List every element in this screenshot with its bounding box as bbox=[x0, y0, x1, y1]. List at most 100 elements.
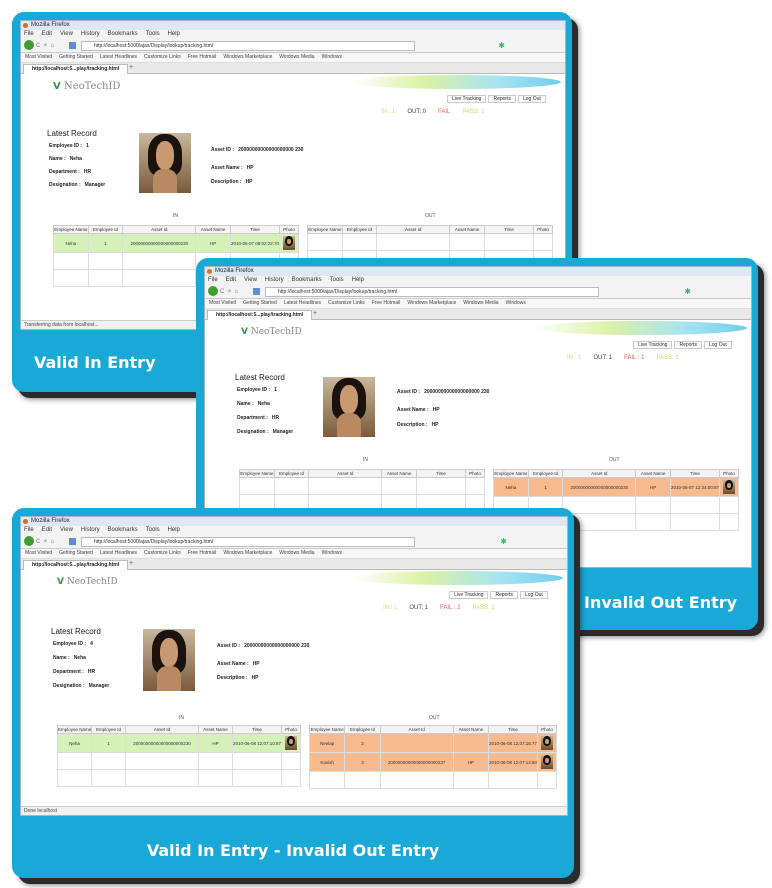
nav-log-out[interactable]: Log Out bbox=[517, 95, 546, 103]
logo-text: NeoTechID bbox=[66, 577, 118, 587]
bookmark-item[interactable]: Windows Marketplace bbox=[223, 550, 272, 556]
menu-history[interactable]: History bbox=[265, 277, 284, 283]
menu-file[interactable]: File bbox=[24, 527, 34, 533]
nav-live-tracking[interactable]: Live Tracking bbox=[449, 591, 489, 599]
bookmark-item[interactable]: Windows bbox=[322, 54, 342, 60]
table-row[interactable]: Neha 1 20000000000000000000230 HP 2010-06-07… bbox=[493, 477, 739, 497]
reload-icon[interactable]: C × ⌂ bbox=[220, 289, 238, 295]
description-field: Description : HP bbox=[211, 179, 253, 185]
pass-count: PASS: 1 bbox=[462, 109, 485, 115]
back-icon[interactable] bbox=[208, 286, 218, 296]
cell: 3 bbox=[344, 752, 381, 772]
app-page: V NeoTechID Live Tracking Reports Log Out … bbox=[21, 569, 567, 809]
menu-history[interactable]: History bbox=[81, 527, 100, 533]
col-header: Asset Name bbox=[452, 725, 490, 734]
bookmark-item[interactable]: Windows Media bbox=[279, 54, 314, 60]
menu-file[interactable]: File bbox=[24, 31, 34, 37]
table-row[interactable]: Neha 1 20000000000000000000230 HP 2010-06-08… bbox=[57, 733, 301, 753]
new-tab-icon[interactable]: + bbox=[129, 64, 133, 71]
cell: 1 bbox=[87, 233, 124, 253]
bookmark-item[interactable]: Windows bbox=[322, 550, 342, 556]
url-bar[interactable]: http://localhost:5000/ajax/Display/looku… bbox=[265, 287, 599, 297]
bookmark-item[interactable]: Customize Links bbox=[144, 550, 181, 556]
value: Neha bbox=[69, 156, 82, 162]
bookmark-item[interactable]: Customize Links bbox=[144, 54, 181, 60]
new-tab-icon[interactable]: + bbox=[129, 560, 133, 567]
new-tab-icon[interactable]: + bbox=[313, 310, 317, 317]
table-row[interactable]: Kavish 3 20000000000000000000237 HP 2010-06-… bbox=[308, 752, 557, 772]
col-header: Employee Name bbox=[307, 225, 343, 234]
menu-tools[interactable]: Tools bbox=[146, 31, 160, 37]
menu-help[interactable]: Help bbox=[352, 277, 364, 283]
menu-bookmarks[interactable]: Bookmarks bbox=[108, 31, 138, 37]
bookmark-item[interactable]: Windows Media bbox=[463, 300, 498, 306]
app-nav: Live Tracking Reports Log Out bbox=[447, 591, 548, 599]
bookmark-item[interactable]: Most Visited bbox=[209, 300, 236, 306]
menu-edit[interactable]: Edit bbox=[226, 277, 236, 283]
menu-view[interactable]: View bbox=[244, 277, 257, 283]
nav-log-out[interactable]: Log Out bbox=[519, 591, 548, 599]
col-header: Time bbox=[488, 725, 538, 734]
addon-icon[interactable]: ✱ bbox=[498, 41, 505, 50]
menu-view[interactable]: View bbox=[60, 31, 73, 37]
bookmark-item[interactable]: Windows Media bbox=[279, 550, 314, 556]
menu-history[interactable]: History bbox=[81, 31, 100, 37]
label: Employee ID : bbox=[237, 387, 271, 393]
in-section-label: IN bbox=[363, 457, 368, 463]
nav-live-tracking[interactable]: Live Tracking bbox=[447, 95, 487, 103]
menu-bookmarks[interactable]: Bookmarks bbox=[108, 527, 138, 533]
bookmark-item[interactable]: Customize Links bbox=[328, 300, 365, 306]
bookmark-item[interactable]: Free Hotmail bbox=[188, 54, 217, 60]
reload-icon[interactable]: C × ⌂ bbox=[36, 43, 54, 49]
nav-reports[interactable]: Reports bbox=[490, 591, 518, 599]
bookmark-item[interactable]: Getting Started bbox=[243, 300, 277, 306]
nav-log-out[interactable]: Log Out bbox=[703, 341, 732, 349]
cell: Neelap bbox=[308, 733, 346, 753]
bookmark-item[interactable]: Windows Marketplace bbox=[407, 300, 456, 306]
nav-reports[interactable]: Reports bbox=[488, 95, 516, 103]
addon-icon[interactable]: ✱ bbox=[684, 287, 691, 296]
menu-edit[interactable]: Edit bbox=[42, 31, 52, 37]
url-bar[interactable]: http://localhost:5000/ajax/Display/looku… bbox=[81, 537, 415, 547]
nav-live-tracking[interactable]: Live Tracking bbox=[633, 341, 673, 349]
menu-view[interactable]: View bbox=[60, 527, 73, 533]
menu-file[interactable]: File bbox=[208, 277, 218, 283]
menu-edit[interactable]: Edit bbox=[42, 527, 52, 533]
menu-tools[interactable]: Tools bbox=[146, 527, 160, 533]
menu-bookmarks[interactable]: Bookmarks bbox=[292, 277, 322, 283]
nav-reports[interactable]: Reports bbox=[674, 341, 702, 349]
menu-tools[interactable]: Tools bbox=[330, 277, 344, 283]
bookmark-item[interactable]: Windows Marketplace bbox=[223, 54, 272, 60]
url-bar[interactable]: http://localhost:5000/ajax/Display/looku… bbox=[81, 41, 415, 51]
col-header: Employee Id bbox=[91, 725, 126, 734]
cell: Neha bbox=[493, 477, 529, 497]
bookmark-item[interactable]: Free Hotmail bbox=[188, 550, 217, 556]
addon-icon[interactable]: ✱ bbox=[500, 537, 507, 546]
cell: 20000000000000000000230 bbox=[562, 477, 637, 497]
bookmark-item[interactable]: Latest Headlines bbox=[100, 54, 137, 60]
menu-help[interactable]: Help bbox=[168, 527, 180, 533]
value: 1 bbox=[274, 387, 277, 393]
back-icon[interactable] bbox=[24, 40, 34, 50]
bookmark-item[interactable]: Windows bbox=[506, 300, 526, 306]
reload-icon[interactable]: C × ⌂ bbox=[36, 539, 54, 545]
bookmark-item[interactable]: Free Hotmail bbox=[372, 300, 401, 306]
department-field: Department : HR bbox=[53, 669, 95, 675]
bookmark-item[interactable]: Latest Headlines bbox=[284, 300, 321, 306]
bookmark-item[interactable]: Most Visited bbox=[25, 550, 52, 556]
label: Asset Name : bbox=[217, 661, 249, 667]
bookmarks-bar: Most Visited Getting Started Latest Headli… bbox=[21, 53, 565, 63]
bookmark-item[interactable]: Getting Started bbox=[59, 54, 93, 60]
cell: Neha bbox=[57, 733, 92, 753]
cell: 2010-06-07 08:02:22:70 bbox=[230, 233, 280, 253]
bookmark-item[interactable]: Most Visited bbox=[25, 54, 52, 60]
table-row[interactable]: Neha 1 20000000000000000000230 HP 2010-06-07… bbox=[53, 233, 299, 253]
col-header: Photo bbox=[465, 469, 485, 478]
back-icon[interactable] bbox=[24, 536, 34, 546]
menu-help[interactable]: Help bbox=[168, 31, 180, 37]
col-header: Time bbox=[484, 225, 534, 234]
bookmark-item[interactable]: Latest Headlines bbox=[100, 550, 137, 556]
bookmark-item[interactable]: Getting Started bbox=[59, 550, 93, 556]
table-row[interactable]: Neelap 2 2010-06-08 12:07:15:77 bbox=[308, 733, 557, 753]
table-header: Employee Name Employee Id Asset Id Asset Na… bbox=[308, 725, 557, 734]
